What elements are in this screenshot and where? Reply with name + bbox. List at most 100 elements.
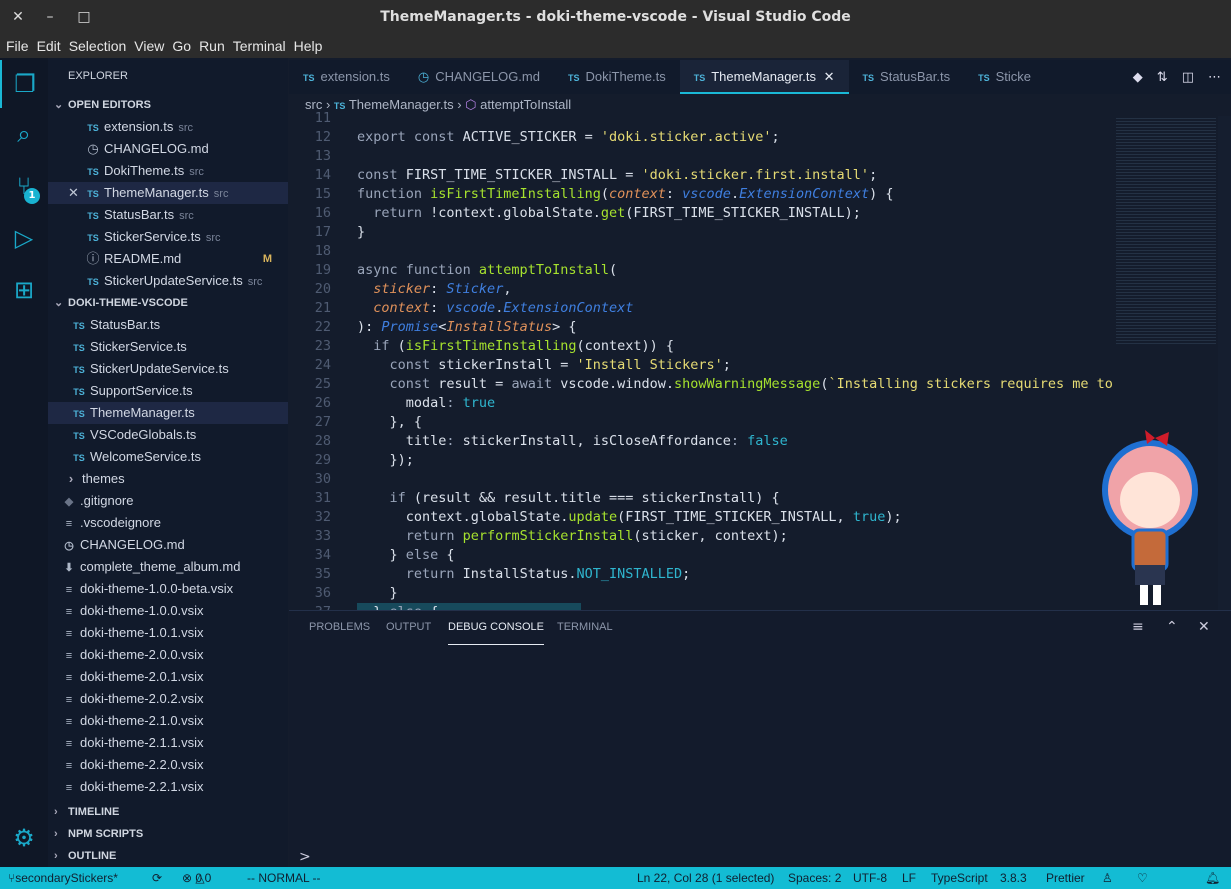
explorer-icon[interactable]: ❐ <box>0 60 48 108</box>
cursor-position[interactable]: Ln 22, Col 28 (1 selected) <box>637 867 774 889</box>
console-prompt[interactable]: > <box>299 849 311 865</box>
settings-gear-icon[interactable]: ⚙ <box>0 814 48 862</box>
tree-item[interactable]: ≡ doki-theme-2.2.0.vsix <box>48 754 288 776</box>
open-editors-header[interactable]: ⌄ OPEN EDITORS <box>48 94 288 116</box>
debug-icon[interactable]: ▷ <box>0 214 48 262</box>
code-line: 26 modal: true <box>289 394 1114 413</box>
open-editor-item[interactable]: TS extension.ts src <box>48 116 288 138</box>
tree-item[interactable]: ≡ doki-theme-1.0.0-beta.vsix <box>48 578 288 600</box>
clear-console-icon[interactable]: ≡ <box>1132 619 1144 635</box>
menu-edit[interactable]: Edit <box>35 34 67 58</box>
outline-header[interactable]: › OUTLINE <box>48 845 288 867</box>
language-mode[interactable]: TypeScript <box>931 867 988 889</box>
tree-item[interactable]: ≡ doki-theme-1.0.0.vsix <box>48 600 288 622</box>
close-panel-icon[interactable]: ✕ <box>1198 619 1210 635</box>
close-editor-icon[interactable]: ✕ <box>68 182 79 204</box>
source-control-icon[interactable]: ⑂ 1 <box>0 162 48 210</box>
notifications-bell-icon[interactable]: 🔔︎ <box>1205 867 1220 889</box>
extensions-icon[interactable]: ⊞ <box>0 266 48 314</box>
tab-thememanager-ts[interactable]: TS ThemeManager.ts ✕ <box>679 60 849 94</box>
menu-run[interactable]: Run <box>197 34 231 58</box>
line-number: 28 <box>314 433 331 449</box>
menu-view[interactable]: View <box>132 34 170 58</box>
open-editor-item[interactable]: ◷ CHANGELOG.md <box>48 138 288 160</box>
tree-item[interactable]: ≡ doki-theme-2.1.1.vsix <box>48 732 288 754</box>
close-tab-icon[interactable]: ✕ <box>820 69 835 84</box>
tree-item[interactable]: TS SupportService.ts <box>48 380 288 402</box>
branch-indicator[interactable]: ⑂ secondaryStickers* <box>8 867 118 889</box>
open-editor-item[interactable]: TS StatusBar.ts src <box>48 204 288 226</box>
file-icon: ◷ <box>64 540 74 552</box>
tree-item[interactable]: ≡ doki-theme-2.2.1.vsix <box>48 776 288 798</box>
tab-debug-console[interactable]: DEBUG CONSOLE <box>448 621 544 645</box>
code-token: 'Install Stickers' <box>576 357 723 373</box>
prettier-status[interactable]: Prettier <box>1046 867 1085 889</box>
tree-item[interactable]: ≡ doki-theme-2.1.0.vsix <box>48 710 288 732</box>
indentation[interactable]: Spaces: 2 <box>788 867 841 889</box>
code-editor[interactable]: 11 12 export const ACTIVE_STICKER = 'doki.… <box>289 109 1114 610</box>
open-editor-item[interactable]: ✕ TS ThemeManager.ts src <box>48 182 288 204</box>
tree-item[interactable]: ≡ doki-theme-2.0.1.vsix <box>48 666 288 688</box>
menu-selection[interactable]: Selection <box>67 34 133 58</box>
line-number: 23 <box>314 338 331 354</box>
tree-item[interactable]: TS StickerUpdateService.ts <box>48 358 288 380</box>
live-share-icon[interactable]: ♙ <box>1102 867 1113 889</box>
tab-statusbar-ts[interactable]: TS StatusBar.ts <box>849 60 965 94</box>
minimize-window-icon[interactable]: – <box>38 0 62 34</box>
tree-item[interactable]: ≡ doki-theme-2.0.2.vsix <box>48 688 288 710</box>
sync-icon[interactable]: ⟳ <box>152 867 162 889</box>
tree-item[interactable]: TS ThemeManager.ts <box>48 402 288 424</box>
code-token: if <box>357 338 398 354</box>
vim-mode: -- NORMAL -- <box>247 871 321 885</box>
open-editor-item[interactable]: TS DokiTheme.ts src <box>48 160 288 182</box>
tree-item[interactable]: ◆ .gitignore <box>48 490 288 512</box>
open-editor-item[interactable]: ⓘ README.md M <box>48 248 288 270</box>
tab-problems[interactable]: PROBLEMS <box>309 621 370 645</box>
menu-go[interactable]: Go <box>170 34 197 58</box>
tree-item[interactable]: ≡ doki-theme-2.0.0.vsix <box>48 644 288 666</box>
tree-item[interactable]: TS StatusBar.ts <box>48 314 288 336</box>
git-compare-icon[interactable]: ◆ <box>1133 70 1143 85</box>
editor-scrollbar[interactable] <box>1218 116 1231 610</box>
tab-sticke[interactable]: TS Sticke <box>964 60 1045 94</box>
tree-item[interactable]: ≡ .vscodeignore <box>48 512 288 534</box>
open-editor-item[interactable]: TS StickerService.ts src <box>48 226 288 248</box>
tab-changelog-md[interactable]: ◷ CHANGELOG.md <box>404 60 554 94</box>
more-actions-icon[interactable]: ⋯ <box>1208 70 1221 85</box>
open-editor-item[interactable]: TS StickerUpdateService.ts src <box>48 270 288 292</box>
end-of-line[interactable]: LF <box>902 867 916 889</box>
ts-version[interactable]: 3.8.3 <box>1000 867 1027 889</box>
tab-dokitheme-ts[interactable]: TS DokiTheme.ts <box>554 60 680 94</box>
tab-output[interactable]: OUTPUT <box>386 621 431 645</box>
file-name: StatusBar.ts <box>90 317 161 332</box>
encoding[interactable]: UTF-8 <box>853 867 887 889</box>
maximize-panel-icon[interactable]: ⌃ <box>1166 619 1178 635</box>
split-editor-icon[interactable]: ◫ <box>1182 70 1194 85</box>
code-token: ( <box>600 186 609 202</box>
open-changes-icon[interactable]: ⇅ <box>1157 70 1168 85</box>
file-name: complete_theme_album.md <box>80 559 241 574</box>
tab-terminal[interactable]: TERMINAL <box>557 621 613 645</box>
code-token: update <box>568 509 618 525</box>
tree-item[interactable]: ◷ CHANGELOG.md <box>48 534 288 556</box>
menu-help[interactable]: Help <box>292 34 329 58</box>
problems-indicator[interactable]: ⊗ 0 △ 0 <box>182 867 211 889</box>
tree-item[interactable]: TS VSCodeGlobals.ts <box>48 424 288 446</box>
npm-scripts-header[interactable]: › NPM SCRIPTS <box>48 823 288 845</box>
sticker-status-icon[interactable]: ♡ <box>1137 867 1148 889</box>
menu-file[interactable]: File <box>4 34 35 58</box>
tree-item[interactable]: ≡ doki-theme-1.0.1.vsix <box>48 622 288 644</box>
tree-item[interactable]: TS StickerService.ts <box>48 336 288 358</box>
project-header[interactable]: ⌄ DOKI-THEME-VSCODE <box>48 292 288 314</box>
search-icon[interactable]: ⌕ <box>0 110 48 158</box>
timeline-header[interactable]: › TIMELINE <box>48 801 288 823</box>
tree-item[interactable]: TS WelcomeService.ts <box>48 446 288 468</box>
folder-item[interactable]: › themes <box>48 468 288 490</box>
menu-terminal[interactable]: Terminal <box>231 34 292 58</box>
maximize-window-icon[interactable]: □ <box>72 0 96 34</box>
tree-item[interactable]: ⬇ complete_theme_album.md <box>48 556 288 578</box>
activity-bar: ❐ ⌕ ⑂ 1 ▷ ⊞ ⚙ <box>0 58 48 867</box>
close-window-icon[interactable]: ✕ <box>6 0 30 34</box>
minimap[interactable] <box>1116 116 1216 346</box>
tab-extension-ts[interactable]: TS extension.ts <box>289 60 404 94</box>
